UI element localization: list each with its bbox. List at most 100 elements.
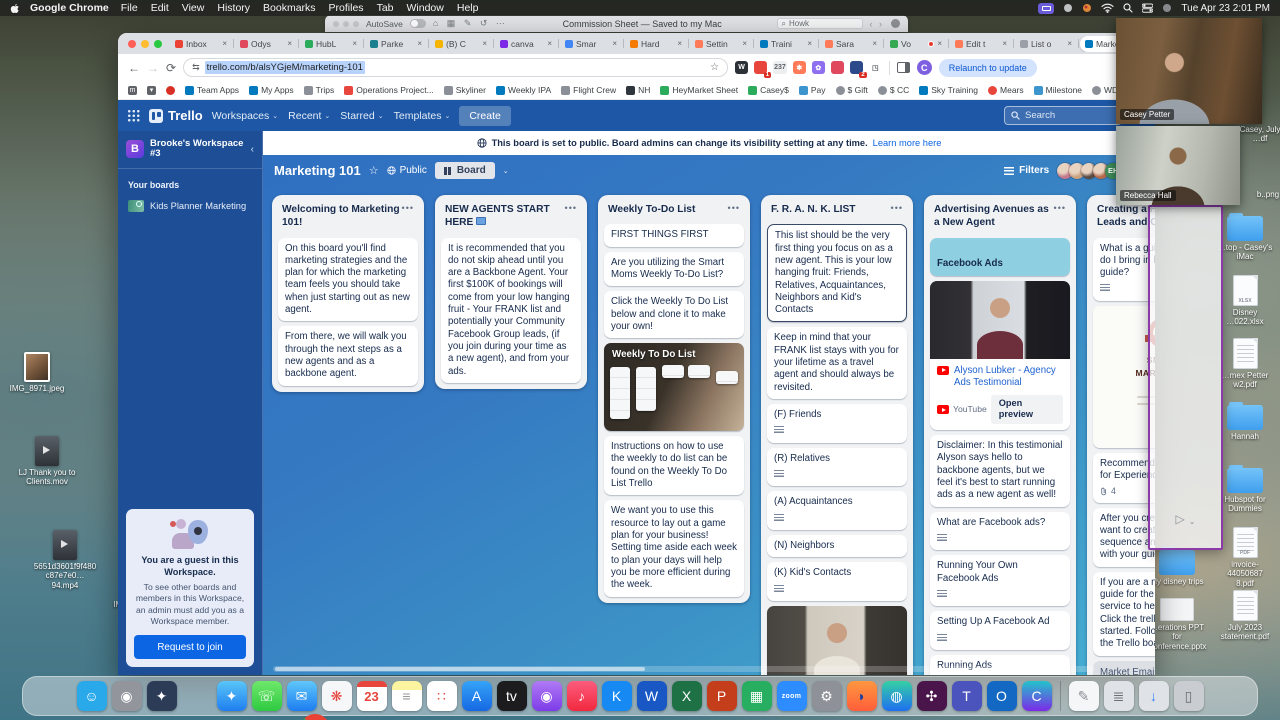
nav-menu-starred[interactable]: Starred ⌄ — [340, 110, 383, 122]
reload-button[interactable]: ⟳ — [166, 61, 176, 75]
menu-item-view[interactable]: View — [182, 2, 205, 14]
screen-mirroring-icon[interactable] — [1038, 2, 1055, 14]
desktop-file-pdf[interactable]: …mex Petter w2.pdf — [1214, 338, 1276, 390]
tab-close-icon[interactable]: × — [417, 39, 422, 48]
list-footer-bar[interactable]: Market Email C — [1093, 660, 1155, 675]
list-title[interactable]: Advertising Avenues as a New Agent — [934, 203, 1054, 230]
dock-icon-textedit[interactable]: ✎ — [1068, 681, 1099, 711]
desktop-file-folder[interactable]: Hannah — [1214, 401, 1276, 441]
trello-card[interactable]: (N) Neighbors — [767, 534, 907, 558]
nav-menu-templates[interactable]: Templates ⌄ — [394, 110, 451, 122]
extension-icon[interactable]: ✿ — [811, 61, 825, 74]
star-board-icon[interactable]: ☆ — [369, 164, 379, 177]
bookmark-item[interactable]: m — [128, 85, 137, 95]
board-view-switcher[interactable]: Board — [434, 162, 495, 179]
bookmark-item[interactable]: Sky Training — [919, 85, 978, 95]
dock-icon-launchpad[interactable]: ✦ — [146, 681, 177, 711]
trello-card-video[interactable]: Katie Aufenanger - Kids Contacts Testimo… — [767, 605, 907, 675]
menu-item-tab[interactable]: Tab — [377, 2, 394, 14]
sidebar-board-item[interactable]: Kids Planner Marketing — [118, 195, 262, 217]
extension-icon[interactable] — [830, 61, 844, 74]
zoom-floating-panel[interactable]: ▷ ⌄ — [1148, 205, 1223, 550]
word-search-nav[interactable]: ‹ › — [870, 19, 885, 29]
autosave-toggle[interactable] — [409, 19, 426, 28]
bookmark-item[interactable]: Team Apps — [185, 85, 239, 95]
dock-icon-photos[interactable]: ❋ — [321, 681, 352, 711]
create-button[interactable]: Create — [459, 105, 511, 126]
request-to-join-button[interactable]: Request to join — [134, 635, 246, 659]
list-menu-icon[interactable]: ••• — [728, 203, 740, 213]
word-search-field[interactable]: ⌕ Howk — [776, 18, 863, 29]
bookmark-item[interactable]: Mears — [988, 85, 1024, 95]
trello-card[interactable]: (K) Kid's Contacts — [767, 562, 907, 601]
dock-icon-tv[interactable]: tv — [496, 681, 527, 711]
browser-tab[interactable]: Edit t × — [950, 36, 1012, 52]
trello-logo[interactable]: Trello — [149, 108, 203, 123]
tab-close-icon[interactable]: × — [287, 39, 292, 48]
word-record-button[interactable] — [891, 19, 900, 28]
extension-icon[interactable]: 1 — [754, 61, 772, 78]
desktop-file-pdf[interactable]: PDF invoice-44050687 8.pdf — [1214, 527, 1276, 588]
dock-icon-calendar[interactable]: 23 — [356, 681, 387, 711]
desktop-file-video[interactable]: LJ Thank you to Clients.mov — [16, 436, 78, 487]
browser-tab[interactable]: Parke × — [365, 36, 427, 52]
trello-card[interactable]: If you are a ne guide for the f service … — [1093, 571, 1155, 656]
menu-item-history[interactable]: History — [217, 2, 250, 14]
desktop-file-doc[interactable]: July 2023 statement.pdf — [1214, 590, 1276, 642]
bookmark-item[interactable]: ▾ — [147, 85, 156, 95]
list-menu-icon[interactable]: ••• — [565, 203, 577, 213]
desktop-file-video[interactable]: 5651d3601f9f480 c87e7e0…94.mp4 — [34, 530, 96, 590]
desktop-file-xlsx[interactable]: XLSX Disney …022.xlsx — [1214, 275, 1276, 327]
trello-search-input[interactable]: Search — [1004, 106, 1122, 125]
open-preview-button[interactable]: Open preview — [990, 394, 1063, 425]
bookmark-item[interactable]: Operations Project... — [344, 85, 434, 95]
browser-tab[interactable]: Settin × — [690, 36, 752, 52]
trello-card[interactable]: Recommendat for Experience 4 — [1093, 452, 1155, 503]
nav-menu-workspaces[interactable]: Workspaces ⌄ — [212, 110, 278, 122]
desktop-file-folder[interactable]: Hubspot for Dummies — [1214, 464, 1276, 514]
dock-icon-zoom[interactable]: zoom — [776, 681, 807, 711]
browser-tab[interactable]: Traini × — [755, 36, 817, 52]
word-toolbar-icons[interactable]: ⌂ ▦ ✎ ↺ ⋯ — [433, 18, 508, 29]
window-controls[interactable] — [128, 39, 162, 48]
list-menu-icon[interactable]: ••• — [402, 203, 414, 213]
bookmark-item[interactable] — [166, 85, 175, 95]
trello-card-cover[interactable]: Facebook Ads — [930, 237, 1070, 276]
bookmark-item[interactable]: NH — [626, 85, 650, 95]
browser-tab[interactable]: Sara × — [820, 36, 882, 52]
bookmark-item[interactable]: Casey$ — [748, 85, 789, 95]
chevron-down-icon[interactable]: ⌄ — [1189, 517, 1196, 526]
trello-card[interactable]: On this board you'll find marketing stra… — [278, 237, 418, 322]
dock-icon-keynote[interactable]: K — [601, 681, 632, 711]
trello-card[interactable]: Running Your Own Facebook Ads — [930, 555, 1070, 607]
control-center-icon[interactable] — [1142, 3, 1154, 13]
tab-close-icon[interactable]: × — [937, 39, 942, 48]
bookmark-item[interactable]: Trips — [303, 85, 334, 95]
menu-item-window[interactable]: Window — [407, 2, 444, 14]
browser-tab[interactable]: Inbox × — [170, 36, 232, 52]
tab-close-icon[interactable]: × — [547, 39, 552, 48]
tab-close-icon[interactable]: × — [677, 39, 682, 48]
dock-icon-trash[interactable]: ▯ — [1173, 681, 1204, 711]
background-word-window-titlebar[interactable]: AutoSave ⌂ ▦ ✎ ↺ ⋯ Commission Sheet — Sa… — [325, 15, 908, 32]
address-bar[interactable]: ⇆ trello.com/b/alsYGjeM/marketing-101 ☆ — [183, 58, 729, 77]
trello-card[interactable]: (A) Acquaintances — [767, 491, 907, 530]
browser-tab[interactable]: Hard × — [625, 36, 687, 52]
video-link-text[interactable]: Alyson Lubker - Agency Ads Testimonial — [954, 365, 1063, 389]
dock-icon-mail[interactable]: ✉ — [286, 681, 317, 711]
bookmark-item[interactable]: Skyliner — [443, 85, 486, 95]
trello-card[interactable]: What is a guide do I bring in bu guide? — [1093, 237, 1155, 301]
bookmark-star-icon[interactable]: ☆ — [710, 62, 719, 73]
trello-card[interactable]: What are Facebook ads? — [930, 511, 1070, 551]
browser-tab[interactable]: canva × — [495, 36, 557, 52]
url-text[interactable]: trello.com/b/alsYGjeM/marketing-101 — [204, 61, 365, 74]
browser-tab[interactable]: Vo × — [885, 36, 947, 52]
app-status-icon[interactable] — [1082, 3, 1092, 13]
dock-icon-reminders[interactable]: ∷ — [426, 681, 457, 711]
extension-icon[interactable]: ◳ — [868, 61, 882, 74]
filters-button[interactable]: Filters — [1004, 165, 1049, 176]
tab-close-icon[interactable]: × — [612, 39, 617, 48]
menu-bar-clock[interactable]: Tue Apr 23 2:01 PM — [1181, 3, 1270, 14]
browser-tab[interactable]: Smar × — [560, 36, 622, 52]
wifi-icon[interactable] — [1101, 3, 1115, 13]
